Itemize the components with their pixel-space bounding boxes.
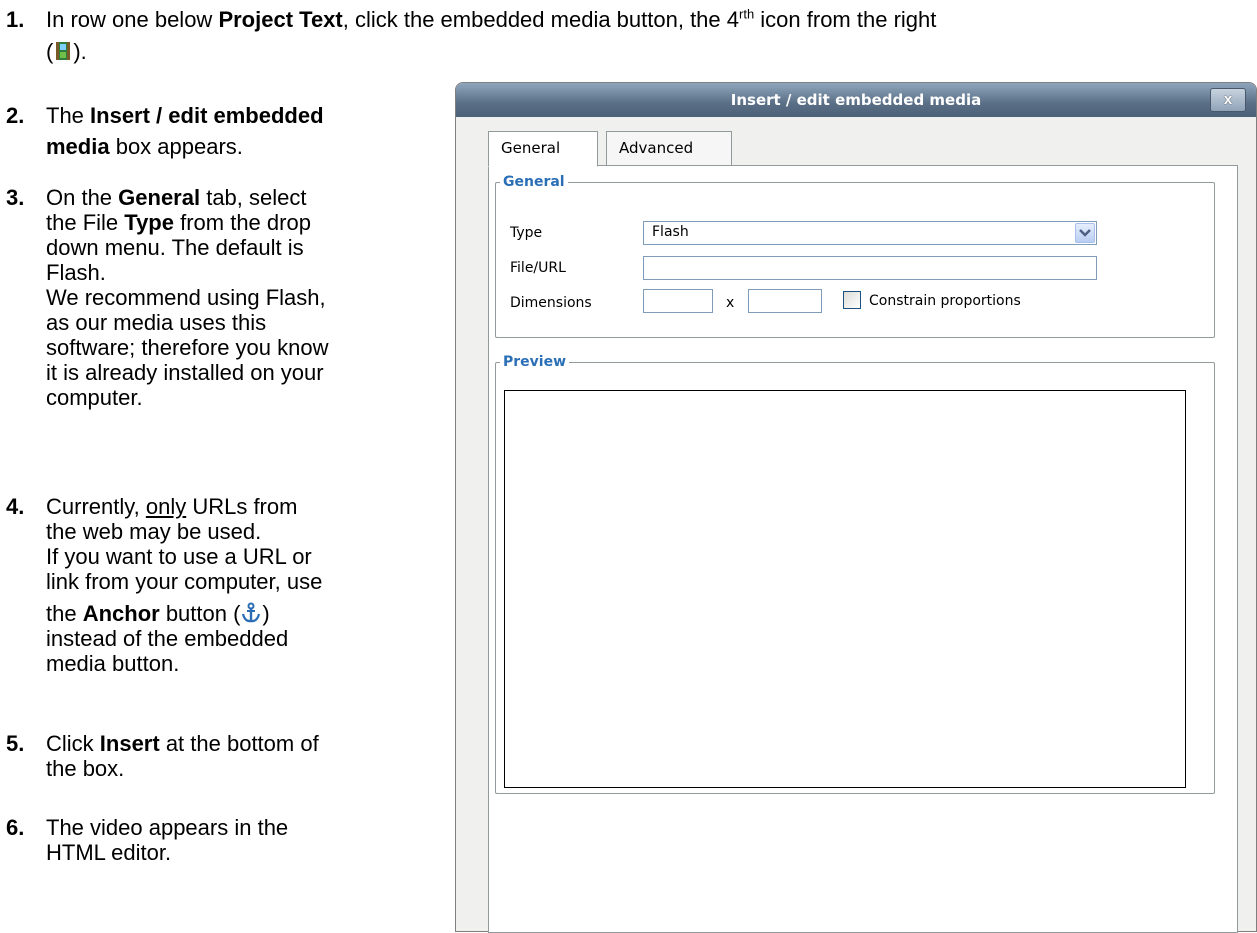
step-1-line-1: In row one below Project Text, click the… <box>46 6 937 32</box>
general-fieldset: General Type Flash File/URL Dimensions x… <box>495 174 1215 338</box>
general-legend: General <box>503 174 565 190</box>
preview-area <box>504 390 1186 788</box>
file-url-input[interactable] <box>643 256 1097 280</box>
close-button[interactable]: x <box>1210 88 1246 112</box>
step-1: 1. In row one below Project Text, click … <box>6 7 1256 67</box>
type-select[interactable]: Flash <box>643 221 1097 245</box>
tab-general[interactable]: General <box>488 131 598 167</box>
constrain-proportions-label: Constrain proportions <box>869 293 1021 309</box>
close-icon: x <box>1223 91 1233 108</box>
instruction-document: 1. In row one below Project Text, click … <box>0 0 1257 933</box>
dimensions-label: Dimensions <box>510 295 592 311</box>
step-6: 6. The video appears in the HTML editor. <box>6 815 289 865</box>
step-4: 4. Currently, only URLs from the web may… <box>6 494 323 676</box>
tab-advanced[interactable]: Advanced <box>606 131 732 165</box>
type-select-value: Flash <box>652 224 689 240</box>
anchor-icon <box>240 602 262 629</box>
height-input[interactable] <box>748 289 822 313</box>
embedded-media-icon <box>53 41 73 66</box>
step-1-line-2: (). <box>46 39 87 66</box>
step-5: 5. Click Insert at the bottom of the box… <box>6 731 319 781</box>
type-label: Type <box>510 225 543 241</box>
chevron-down-icon[interactable] <box>1075 223 1095 243</box>
constrain-proportions-checkbox[interactable] <box>843 291 861 309</box>
width-input[interactable] <box>643 289 713 313</box>
dimensions-separator: x <box>726 295 735 311</box>
preview-legend: Preview <box>503 354 567 370</box>
file-url-label: File/URL <box>510 260 566 276</box>
embedded-media-dialog: Insert / edit embedded media x General A… <box>455 82 1257 933</box>
step-1-number: 1. <box>6 7 25 32</box>
dialog-title: Insert / edit embedded media <box>456 83 1256 117</box>
step-3: 3. On the General tab, select the File T… <box>6 185 329 410</box>
general-panel: General Type Flash File/URL Dimensions x… <box>488 165 1238 933</box>
step-2: 2. The Insert / edit embedded media box … <box>6 103 324 159</box>
preview-fieldset: Preview <box>495 354 1215 794</box>
